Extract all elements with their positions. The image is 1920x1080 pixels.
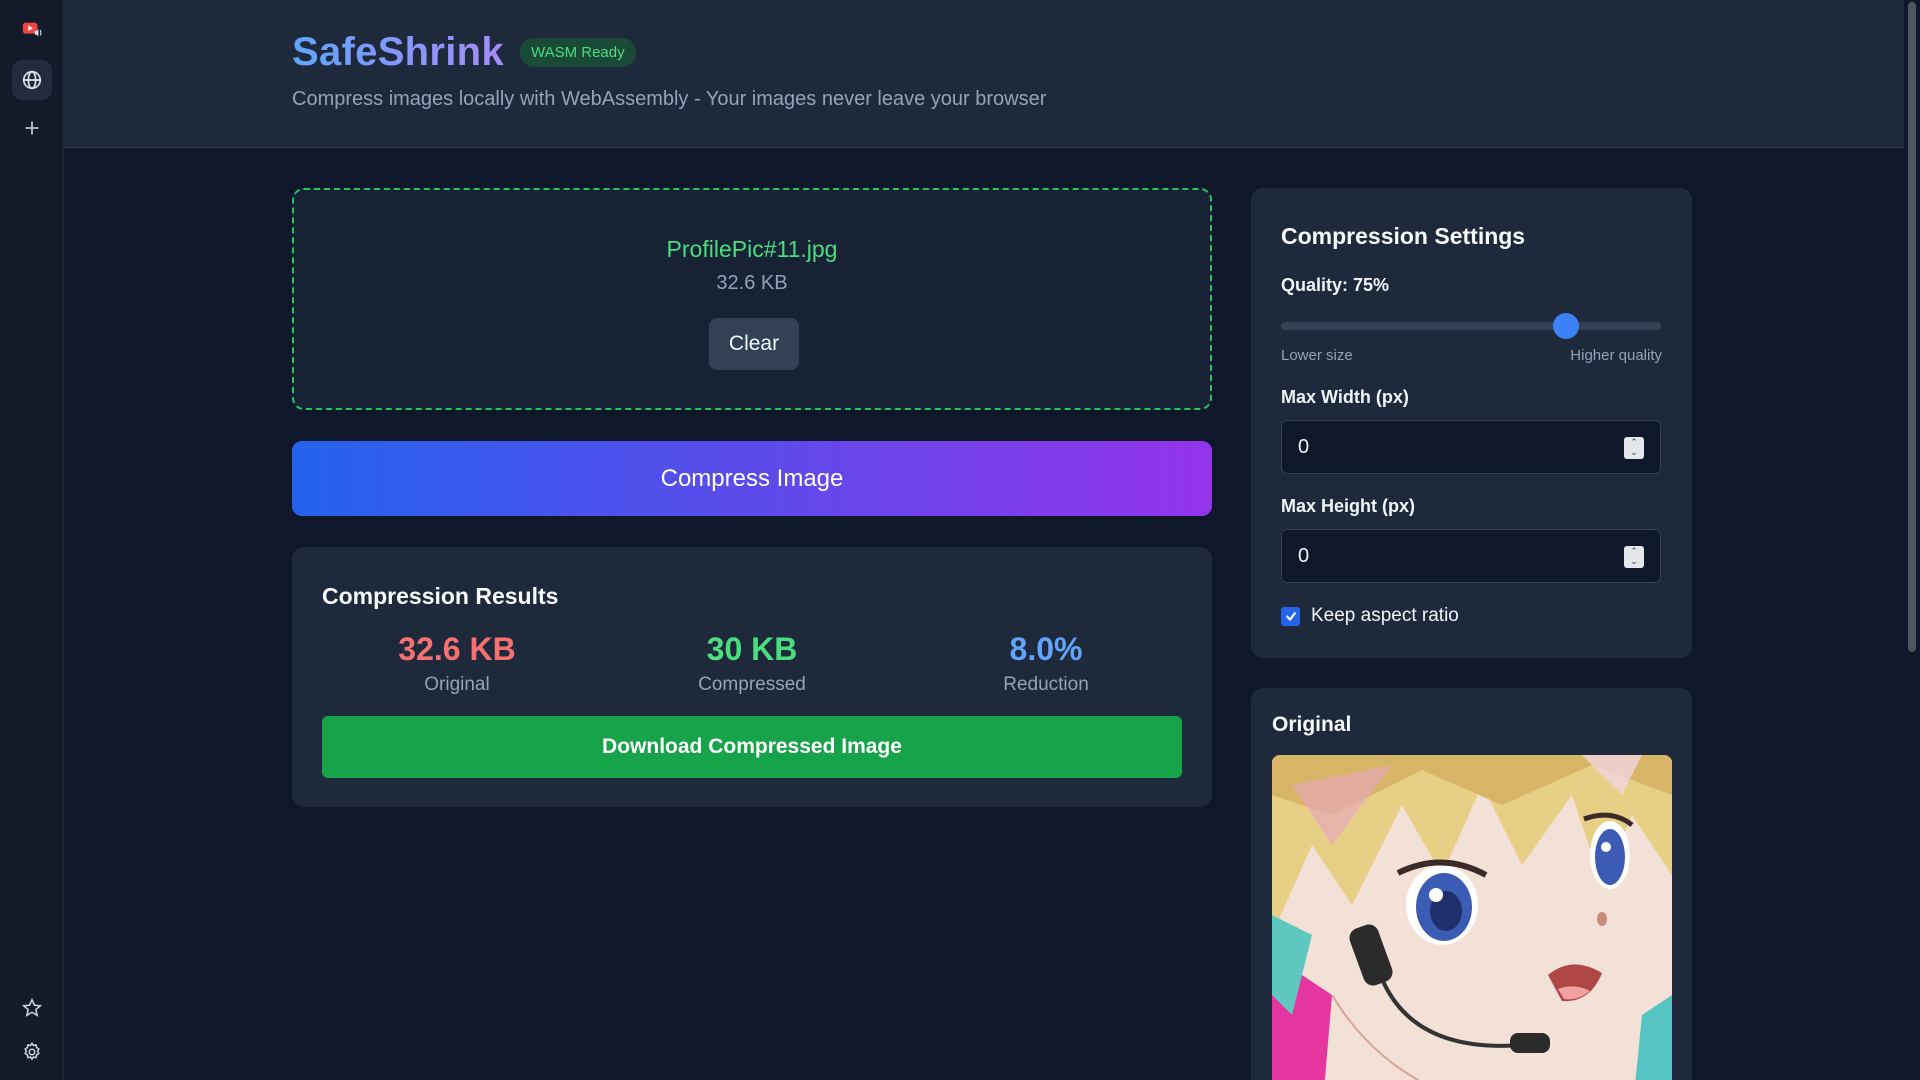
page-scrollbar-thumb[interactable] (1908, 2, 1916, 652)
quality-slider-thumb[interactable] (1553, 313, 1579, 339)
preview-title: Original (1272, 713, 1352, 736)
app-subtitle: Compress images locally with WebAssembly… (292, 88, 1047, 110)
quality-label: Quality: 75% (1281, 275, 1390, 295)
max-width-value: 0 (1298, 436, 1310, 458)
file-size: 32.6 KB (716, 272, 788, 294)
compress-button[interactable]: Compress Image (292, 441, 1212, 516)
quality-slider-track[interactable] (1281, 322, 1661, 330)
settings-card: Compression Settings Quality: 75% Lower … (1251, 188, 1692, 658)
stat-reduction: 8.0% Reduction (901, 631, 1191, 696)
globe-icon[interactable] (12, 60, 52, 100)
keep-aspect-label: Keep aspect ratio (1311, 605, 1459, 626)
stat-original-label: Original (424, 674, 490, 695)
slider-max-label: Higher quality (1570, 347, 1662, 364)
file-drop-zone[interactable]: ProfilePic#11.jpg 32.6 KB Clear (292, 188, 1212, 410)
stat-original-value: 32.6 KB (398, 631, 516, 667)
keep-aspect-row[interactable]: Keep aspect ratio (1281, 605, 1459, 627)
max-height-spinner[interactable]: ⌃ ⌄ (1624, 546, 1644, 568)
title-row: SafeShrink WASM Ready (292, 30, 636, 75)
download-button[interactable]: Download Compressed Image (322, 716, 1182, 778)
youtube-music-icon[interactable] (12, 10, 52, 50)
stat-compressed: 30 KB Compressed (607, 631, 897, 696)
file-name: ProfilePic#11.jpg (666, 236, 838, 262)
results-title: Compression Results (322, 583, 559, 609)
slider-min-label: Lower size (1281, 347, 1353, 364)
max-height-label: Max Height (px) (1281, 496, 1416, 516)
wasm-status-badge: WASM Ready (519, 38, 636, 67)
browser-sidebar (0, 0, 64, 1080)
app-title: SafeShrink (292, 30, 504, 74)
page-scrollbar[interactable] (1904, 0, 1920, 1080)
stat-compressed-value: 30 KB (706, 631, 798, 667)
original-preview-image (1272, 755, 1672, 1080)
settings-title: Compression Settings (1281, 223, 1526, 249)
keep-aspect-checkbox[interactable] (1281, 606, 1300, 626)
star-icon[interactable] (12, 988, 52, 1028)
gear-icon[interactable] (12, 1032, 52, 1072)
max-width-label: Max Width (px) (1281, 387, 1409, 407)
max-height-input[interactable]: 0 ⌃ ⌄ (1281, 529, 1661, 583)
stat-original: 32.6 KB Original (312, 631, 602, 696)
stat-compressed-label: Compressed (698, 674, 806, 695)
preview-card: Original (1251, 688, 1692, 1080)
plus-icon[interactable] (12, 108, 52, 148)
max-width-input[interactable]: 0 ⌃ ⌄ (1281, 420, 1661, 474)
clear-button[interactable]: Clear (709, 318, 799, 370)
app-header: SafeShrink WASM Ready Compress images lo… (64, 0, 1904, 148)
stat-reduction-value: 8.0% (1009, 631, 1083, 667)
max-width-spinner[interactable]: ⌃ ⌄ (1624, 437, 1644, 459)
max-height-value: 0 (1298, 545, 1310, 567)
results-card: Compression Results 32.6 KB Original 30 … (292, 547, 1212, 807)
stat-reduction-label: Reduction (1003, 674, 1089, 695)
